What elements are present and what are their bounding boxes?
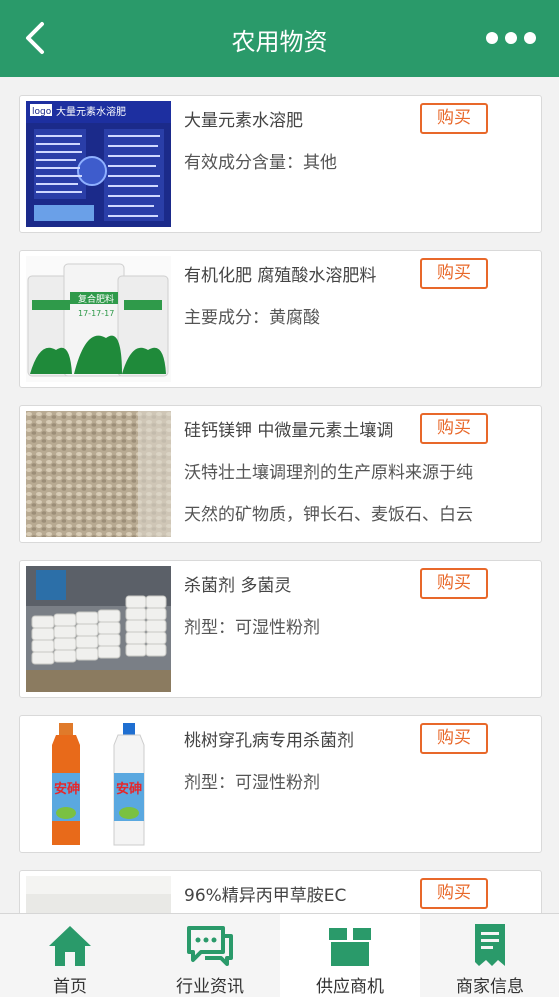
product-card[interactable]: 杀菌剂 多菌灵 剂型：可湿性粉剂 购买 [19, 560, 542, 698]
product-image[interactable] [26, 411, 171, 537]
product-name[interactable]: 杀菌剂 多菌灵 [184, 571, 420, 596]
more-dots-icon[interactable] [485, 26, 537, 50]
tab-supply[interactable]: 供应商机 [280, 914, 420, 997]
product-image[interactable] [26, 876, 171, 913]
tab-label: 商家信息 [456, 977, 524, 997]
product-image[interactable]: 安砷 安砷 [26, 721, 171, 847]
product-detail: 主要成分：黄腐酸 [184, 308, 320, 328]
thumb-label-text: 复合肥料 [78, 293, 114, 305]
thumb-brand-text: 安砷 [54, 781, 80, 797]
product-name[interactable]: 96%精异丙甲草胺EC [184, 881, 420, 906]
product-name[interactable]: 硅钙镁钾 中微量元素土壤调 [184, 416, 420, 441]
tab-merchant-info[interactable]: 商家信息 [420, 914, 559, 997]
buy-button[interactable]: 购买 [420, 103, 488, 134]
product-card[interactable]: 硅钙镁钾 中微量元素土壤调 沃特壮土壤调理剂的生产原料来源于纯 天然的矿物质，钾… [19, 405, 542, 543]
product-name[interactable]: 桃树穿孔病专用杀菌剂 [184, 726, 420, 751]
page-title: 农用物资 [231, 28, 328, 56]
tab-label: 行业资讯 [176, 977, 244, 997]
document-icon [475, 924, 505, 966]
buy-button[interactable]: 购买 [420, 413, 488, 444]
product-image[interactable] [26, 566, 171, 692]
chat-bubble-icon [187, 926, 233, 966]
product-name[interactable]: 有机化肥 腐殖酸水溶肥料 [184, 261, 420, 286]
thumb-title-text: 大量元素水溶肥 [56, 105, 126, 118]
product-image[interactable]: logo 大量元素水溶肥 [26, 101, 171, 227]
tab-label: 首页 [53, 977, 87, 997]
home-icon [49, 926, 91, 966]
product-detail: 剂型：可湿性粉剂 [184, 618, 320, 638]
thumb-brand-text: 安砷 [116, 781, 142, 797]
product-list[interactable]: logo 大量元素水溶肥 大量元素水溶肥 有效成分含量：其他 购买 复合肥料 1… [0, 77, 559, 913]
tab-label: 供应商机 [316, 977, 384, 997]
bottom-tab-bar: 首页 行业资讯 供应商机 商家信息 [0, 913, 559, 997]
thumb-logo-text: logo [32, 107, 52, 117]
tab-industry-news[interactable]: 行业资讯 [140, 914, 280, 997]
product-name[interactable]: 大量元素水溶肥 [184, 106, 420, 131]
buy-button[interactable]: 购买 [420, 568, 488, 599]
product-card[interactable]: 复合肥料 17-17-17 有机化肥 腐殖酸水溶肥料 主要成分：黄腐酸 购买 [19, 250, 542, 388]
product-detail: 剂型：可湿性粉剂 [184, 773, 320, 793]
tab-home[interactable]: 首页 [0, 914, 140, 997]
buy-button[interactable]: 购买 [420, 723, 488, 754]
app-header: 农用物资 [0, 0, 559, 77]
box-icon [329, 928, 371, 966]
buy-button[interactable]: 购买 [420, 878, 488, 909]
thumb-formula-text: 17-17-17 [78, 309, 114, 318]
product-card[interactable]: logo 大量元素水溶肥 大量元素水溶肥 有效成分含量：其他 购买 [19, 95, 542, 233]
product-detail: 天然的矿物质，钾长石、麦饭石、白云 [184, 505, 473, 525]
product-detail: 沃特壮土壤调理剂的生产原料来源于纯 [184, 463, 473, 483]
product-detail: 有效成分含量：其他 [184, 153, 337, 173]
product-card[interactable]: 安砷 安砷 桃树穿孔病专用杀菌剂 剂型：可湿性粉剂 购买 [19, 715, 542, 853]
product-image[interactable]: 复合肥料 17-17-17 [26, 256, 171, 382]
product-card[interactable]: 96%精异丙甲草胺EC 购买 [19, 870, 542, 913]
buy-button[interactable]: 购买 [420, 258, 488, 289]
